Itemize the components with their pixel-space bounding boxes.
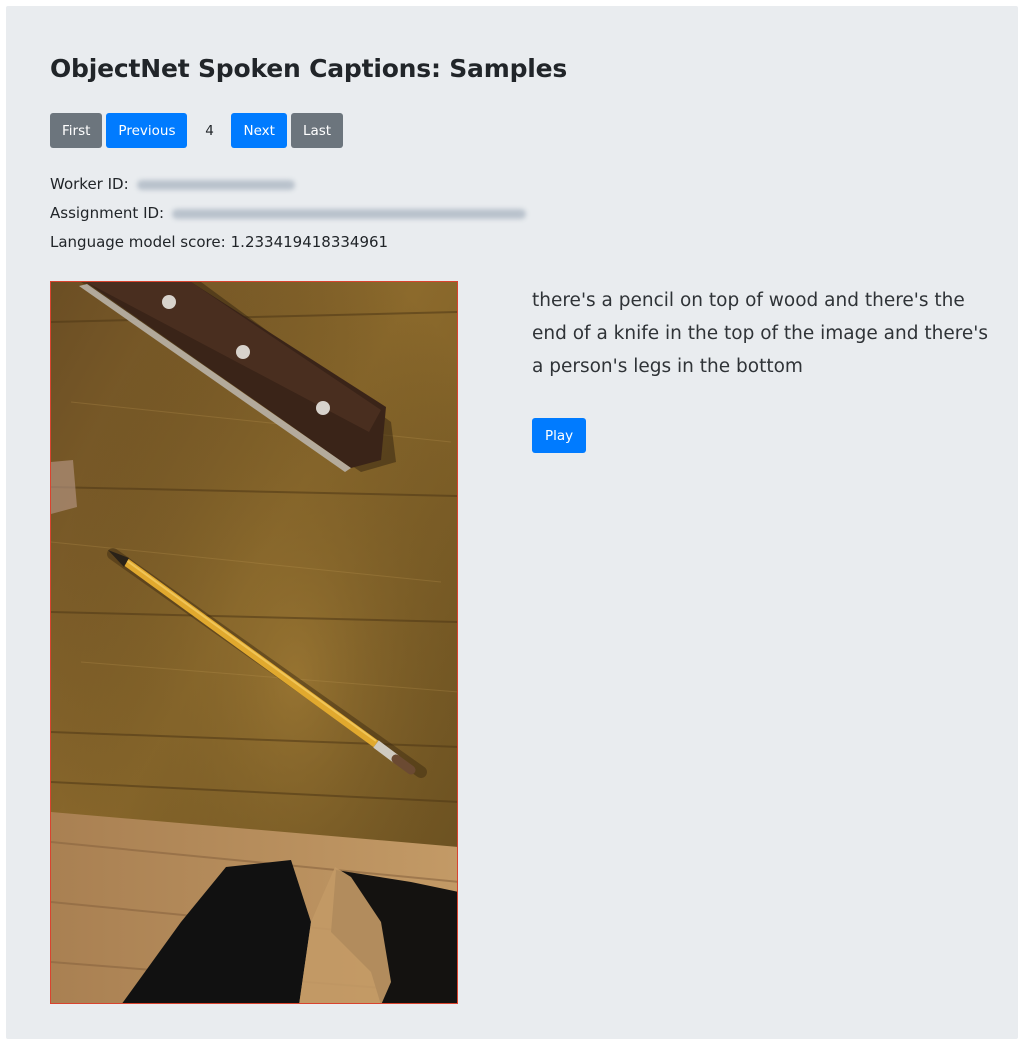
assignment-id-label: Assignment ID: [50, 204, 165, 222]
caption-text: there's a pencil on top of wood and ther… [532, 290, 989, 377]
assignment-id-redacted [172, 208, 527, 219]
play-button[interactable]: Play [532, 418, 587, 453]
assignment-id-row: Assignment ID: [50, 199, 527, 228]
sample-metadata: Worker ID: Assignment ID: Language model… [50, 170, 527, 257]
previous-button[interactable]: Previous [106, 113, 188, 148]
lm-score-row: Language model score: 1.233419418334961 [50, 228, 526, 257]
lm-score-label: Language model score: [50, 233, 226, 251]
lm-score-value: 1.233419418334961 [230, 233, 389, 251]
worker-id-label: Worker ID: [50, 175, 129, 193]
sample-image [50, 281, 458, 1004]
page-title: ObjectNet Spoken Captions: Samples [50, 54, 568, 83]
worker-id-row: Worker ID: [50, 170, 526, 199]
next-button[interactable]: Next [231, 113, 287, 148]
worker-id-redacted [136, 179, 295, 190]
first-button[interactable]: First [50, 113, 103, 148]
pagination: First Previous 4 Next Last [50, 113, 347, 148]
page-card: ObjectNet Spoken Captions: Samples First… [6, 6, 1018, 1039]
current-page-number: 4 [205, 122, 214, 139]
last-button[interactable]: Last [290, 113, 344, 148]
